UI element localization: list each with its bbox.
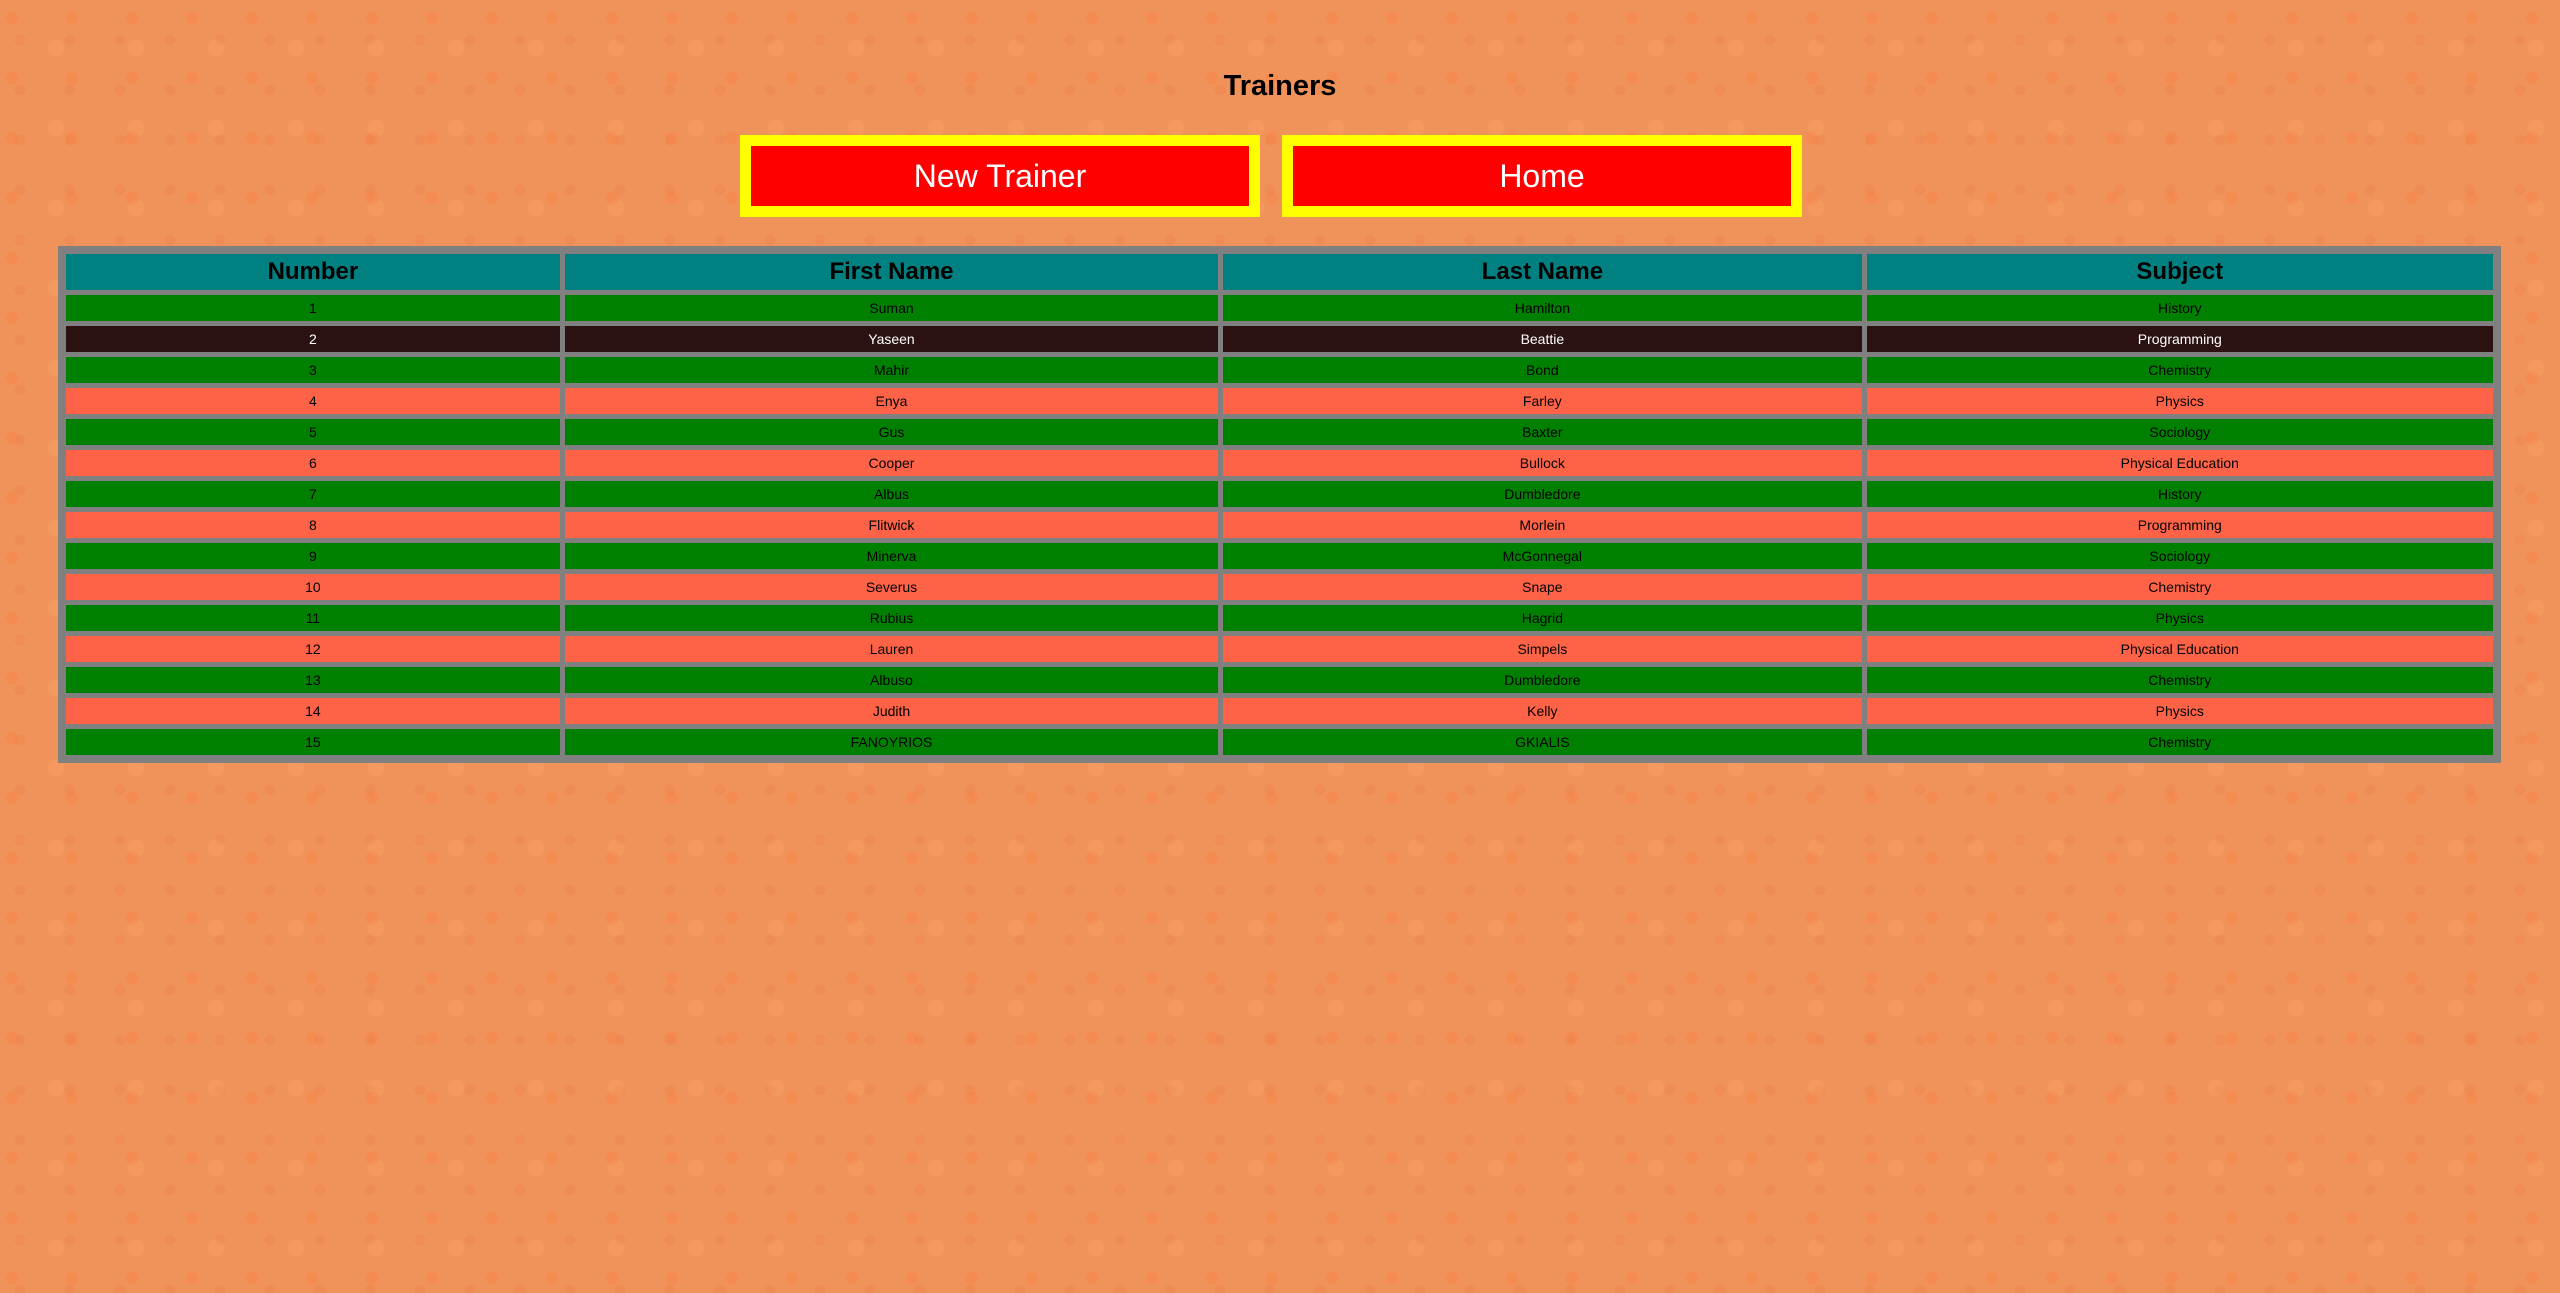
cell-first-name: Enya (564, 388, 1219, 414)
column-header-first-name: First Name (564, 254, 1219, 290)
page-title: Trainers (1223, 70, 1337, 102)
cell-subject: Chemistry (1866, 574, 2493, 600)
table-row[interactable]: 7 Albus Dumbledore History (66, 481, 2493, 507)
cell-number: 10 (66, 574, 560, 600)
cell-number: 5 (66, 419, 560, 445)
cell-subject: Physical Education (1866, 636, 2493, 662)
trainers-table: Number First Name Last Name Subject 1 Sum… (58, 246, 2501, 763)
cell-first-name: Albus (564, 481, 1219, 507)
cell-last-name: Snape (1223, 574, 1862, 600)
table-row[interactable]: 4 Enya Farley Physics (66, 388, 2493, 414)
cell-last-name: Farley (1223, 388, 1862, 414)
cell-subject: Physics (1866, 698, 2493, 724)
cell-number: 2 (66, 326, 560, 352)
cell-first-name: Minerva (564, 543, 1219, 569)
cell-number: 3 (66, 357, 560, 383)
column-header-subject: Subject (1866, 254, 2493, 290)
cell-last-name: Kelly (1223, 698, 1862, 724)
cell-first-name: Flitwick (564, 512, 1219, 538)
cell-subject: History (1866, 481, 2493, 507)
table-row[interactable]: 3 Mahir Bond Chemistry (66, 357, 2493, 383)
cell-last-name: Beattie (1223, 326, 1862, 352)
table-row[interactable]: 1 Suman Hamilton History (66, 295, 2493, 321)
cell-last-name: Dumbledore (1223, 481, 1862, 507)
cell-subject: Programming (1866, 512, 2493, 538)
table-row[interactable]: 9 Minerva McGonnegal Sociology (66, 543, 2493, 569)
cell-number: 15 (66, 729, 560, 755)
table-row[interactable]: 11 Rubius Hagrid Physics (66, 605, 2493, 631)
cell-number: 9 (66, 543, 560, 569)
cell-last-name: Simpels (1223, 636, 1862, 662)
cell-first-name: Yaseen (564, 326, 1219, 352)
cell-subject: Physical Education (1866, 450, 2493, 476)
cell-last-name: GKIALIS (1223, 729, 1862, 755)
cell-last-name: McGonnegal (1223, 543, 1862, 569)
cell-subject: Sociology (1866, 543, 2493, 569)
cell-last-name: Hagrid (1223, 605, 1862, 631)
cell-subject: History (1866, 295, 2493, 321)
cell-subject: Physics (1866, 605, 2493, 631)
cell-first-name: Cooper (564, 450, 1219, 476)
cell-number: 12 (66, 636, 560, 662)
cell-first-name: Gus (564, 419, 1219, 445)
cell-last-name: Dumbledore (1223, 667, 1862, 693)
cell-first-name: Rubius (564, 605, 1219, 631)
cell-number: 11 (66, 605, 560, 631)
cell-subject: Programming (1866, 326, 2493, 352)
table-row[interactable]: 10 Severus Snape Chemistry (66, 574, 2493, 600)
cell-number: 14 (66, 698, 560, 724)
cell-number: 13 (66, 667, 560, 693)
table-row[interactable]: 8 Flitwick Morlein Programming (66, 512, 2493, 538)
cell-first-name: Mahir (564, 357, 1219, 383)
cell-subject: Physics (1866, 388, 2493, 414)
cell-last-name: Hamilton (1223, 295, 1862, 321)
cell-subject: Sociology (1866, 419, 2493, 445)
cell-first-name: Severus (564, 574, 1219, 600)
table-row[interactable]: 2 Yaseen Beattie Programming (66, 326, 2493, 352)
cell-first-name: Lauren (564, 636, 1219, 662)
cell-subject: Chemistry (1866, 667, 2493, 693)
cell-last-name: Morlein (1223, 512, 1862, 538)
cell-number: 4 (66, 388, 560, 414)
cell-number: 7 (66, 481, 560, 507)
cell-first-name: Judith (564, 698, 1219, 724)
cell-last-name: Bullock (1223, 450, 1862, 476)
cell-number: 1 (66, 295, 560, 321)
table-row[interactable]: 5 Gus Baxter Sociology (66, 419, 2493, 445)
new-trainer-button[interactable]: New Trainer (740, 135, 1260, 217)
table-row[interactable]: 13 Albuso Dumbledore Chemistry (66, 667, 2493, 693)
cell-number: 6 (66, 450, 560, 476)
table-row[interactable]: 12 Lauren Simpels Physical Education (66, 636, 2493, 662)
table-row[interactable]: 15 FANOYRIOS GKIALIS Chemistry (66, 729, 2493, 755)
cell-number: 8 (66, 512, 560, 538)
cell-first-name: Suman (564, 295, 1219, 321)
cell-subject: Chemistry (1866, 357, 2493, 383)
home-button[interactable]: Home (1282, 135, 1802, 217)
table-header-row: Number First Name Last Name Subject (66, 254, 2493, 290)
column-header-number: Number (66, 254, 560, 290)
cell-last-name: Baxter (1223, 419, 1862, 445)
cell-first-name: Albuso (564, 667, 1219, 693)
cell-subject: Chemistry (1866, 729, 2493, 755)
table-row[interactable]: 14 Judith Kelly Physics (66, 698, 2493, 724)
cell-first-name: FANOYRIOS (564, 729, 1219, 755)
table-row[interactable]: 6 Cooper Bullock Physical Education (66, 450, 2493, 476)
cell-last-name: Bond (1223, 357, 1862, 383)
column-header-last-name: Last Name (1223, 254, 1862, 290)
